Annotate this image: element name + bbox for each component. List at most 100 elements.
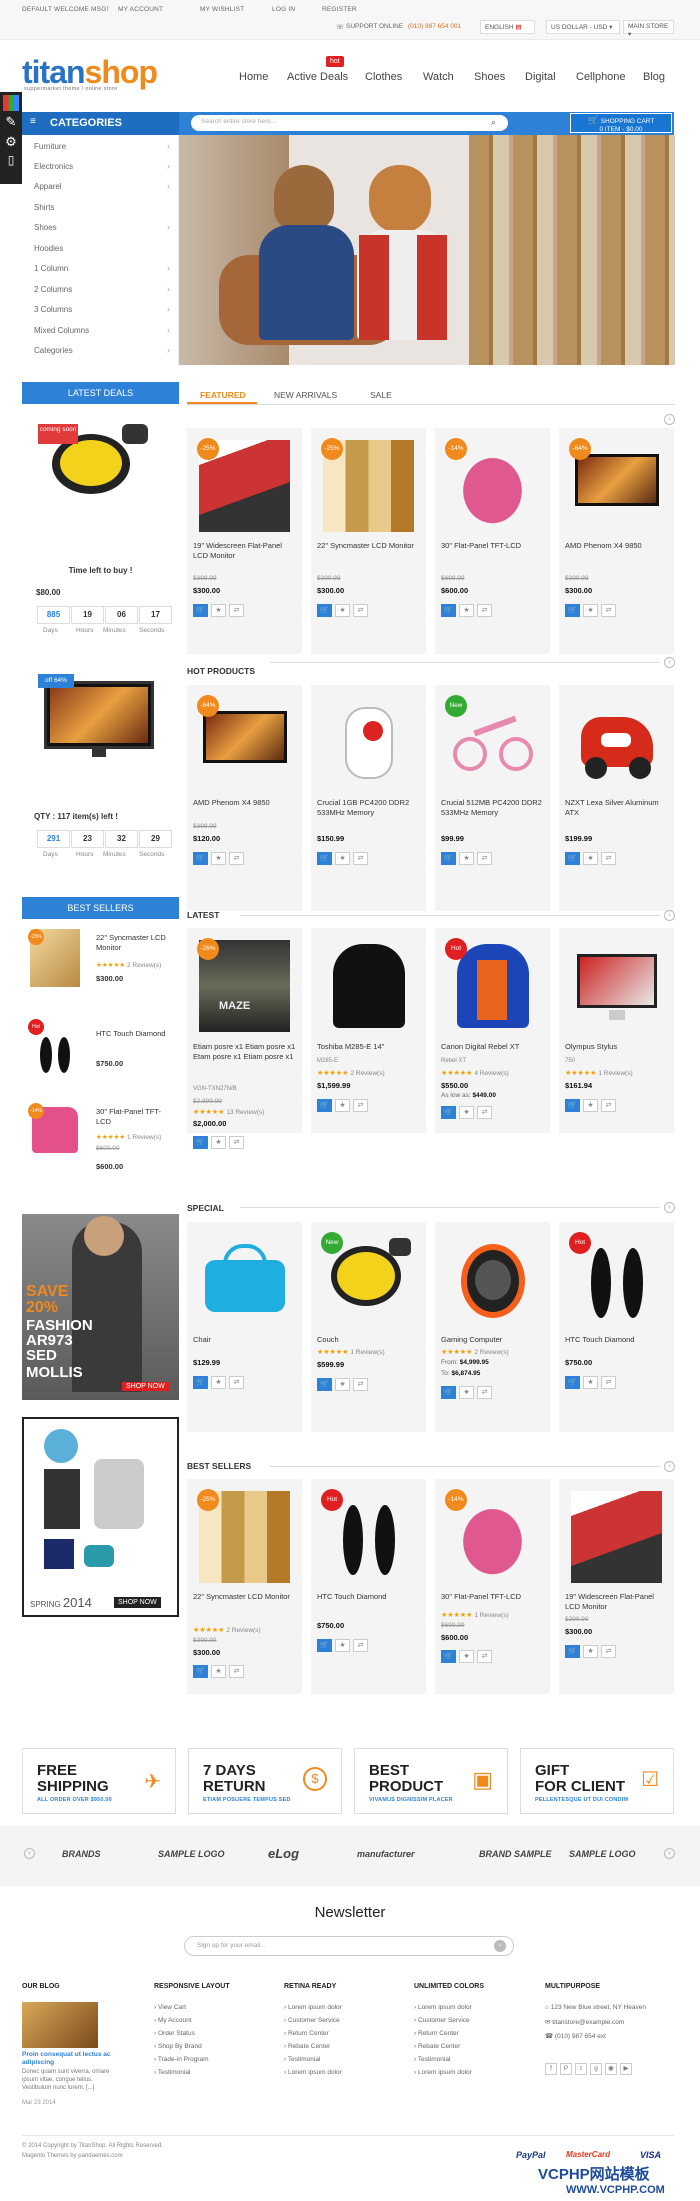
compare-button[interactable]: ⇄ — [229, 1136, 244, 1149]
compare-button[interactable]: ⇄ — [229, 604, 244, 617]
footer-link[interactable]: › Trade-in Program — [154, 2056, 209, 2063]
gear-icon[interactable]: ⚙ — [0, 134, 22, 150]
product-card[interactable]: New Crucial 512MB PC4200 DDR2 533MHz Mem… — [435, 685, 550, 911]
footer-link[interactable]: › Testimonial — [154, 2069, 190, 2076]
add-to-cart-button[interactable]: 🛒 — [193, 1376, 208, 1389]
add-to-cart-button[interactable]: 🛒 — [193, 852, 208, 865]
compare-button[interactable]: ⇄ — [601, 852, 616, 865]
compare-button[interactable]: ⇄ — [353, 1378, 368, 1391]
categories-toggle[interactable]: ≡ CATEGORIES — [22, 112, 179, 135]
footer-link[interactable]: › Shop By Brand — [154, 2043, 202, 2050]
compare-button[interactable]: ⇄ — [353, 604, 368, 617]
product-card[interactable]: Hot Canon Digital Rebel XT Rebel XT ★★★★… — [435, 928, 550, 1133]
add-to-cart-button[interactable]: 🛒 — [565, 852, 580, 865]
register-link[interactable]: REGISTER — [322, 6, 357, 13]
compare-button[interactable]: ⇄ — [601, 1645, 616, 1658]
category-item[interactable]: Categories — [34, 346, 73, 355]
shop-now-button[interactable]: SHOP NOW — [114, 1597, 161, 1608]
facebook-icon[interactable]: f — [545, 2063, 557, 2075]
login-link[interactable]: LOG IN — [272, 6, 295, 13]
footer-link[interactable]: › Customer Service — [284, 2017, 340, 2024]
footer-link[interactable]: › Testimonial — [284, 2056, 320, 2063]
shop-now-button[interactable]: SHOP NOW — [122, 1382, 169, 1391]
category-item[interactable]: 3 Columns — [34, 305, 72, 314]
wishlist-button[interactable]: ★ — [211, 1665, 226, 1678]
tab-new-arrivals[interactable]: NEW ARRIVALS — [274, 390, 337, 400]
color-picker-icon[interactable] — [3, 95, 19, 111]
footer-link[interactable]: › Return Center — [414, 2030, 459, 2037]
add-to-cart-button[interactable]: 🛒 — [317, 1639, 332, 1652]
product-card[interactable]: 19" Widescreen Flat-Panel LCD Monitor $3… — [559, 1479, 674, 1694]
footer-link[interactable]: › View Cart — [154, 2004, 186, 2011]
footer-link[interactable]: › Order Status — [154, 2030, 195, 2037]
youtube-icon[interactable]: ▶ — [620, 2063, 632, 2075]
product-card[interactable]: Toshiba M285-E 14" M285-E ★★★★★ 2 Review… — [311, 928, 426, 1133]
footer-link[interactable]: › Rebate Center — [284, 2043, 330, 2050]
wishlist-button[interactable]: ★ — [211, 1376, 226, 1389]
wishlist-button[interactable]: ★ — [335, 1378, 350, 1391]
compare-button[interactable]: ⇄ — [229, 1665, 244, 1678]
search-input[interactable]: Search entire store here... — [191, 115, 508, 131]
add-to-cart-button[interactable]: 🛒 — [565, 1645, 580, 1658]
add-to-cart-button[interactable]: 🛒 — [441, 852, 456, 865]
wishlist-button[interactable]: ★ — [583, 852, 598, 865]
product-card[interactable]: -25% 22" Syncmaster LCD Monitor $399.99 … — [311, 428, 426, 654]
product-card[interactable]: Olympus Stylus 750 ★★★★★ 1 Review(s) $16… — [559, 928, 674, 1133]
currency-select[interactable]: US DOLLAR - USD ▾ — [546, 20, 620, 34]
wishlist-link[interactable]: MY WISHLIST — [200, 6, 244, 13]
product-card[interactable]: Crucial 1GB PC4200 DDR2 533MHz Memory $1… — [311, 685, 426, 911]
nav-shoes[interactable]: Shoes — [474, 71, 505, 83]
product-card[interactable]: -25% 22" Syncmaster LCD Monitor ★★★★★ 2 … — [187, 1479, 302, 1694]
wishlist-button[interactable]: ★ — [335, 852, 350, 865]
compare-button[interactable]: ⇄ — [353, 1639, 368, 1652]
pinterest-icon[interactable]: P — [560, 2063, 572, 2075]
wishlist-button[interactable]: ★ — [583, 1645, 598, 1658]
compare-button[interactable]: ⇄ — [477, 604, 492, 617]
newsletter-input[interactable]: Sign up for your email... — [184, 1936, 514, 1956]
category-item[interactable]: 2 Columns — [34, 285, 72, 294]
product-card[interactable]: Hot HTC Touch Diamond $750.00 🛒 ★ ⇄ — [311, 1479, 426, 1694]
blog-post-title[interactable]: Proin consequat ut lectus ac adipiscing — [22, 2051, 112, 2067]
compare-button[interactable]: ⇄ — [601, 1376, 616, 1389]
product-card[interactable]: -64% AMD Phenom X4 9850 $399.99 $120.00 … — [187, 685, 302, 911]
footer-link[interactable]: › Lorem ipsum dolor — [414, 2069, 472, 2076]
search-icon[interactable]: ⌕ — [491, 117, 496, 128]
add-to-cart-button[interactable]: 🛒 — [317, 1378, 332, 1391]
brand-logo[interactable]: eLog — [268, 1846, 299, 1861]
brand-logo[interactable]: manufacturer — [357, 1849, 415, 1859]
add-to-cart-button[interactable]: 🛒 — [565, 604, 580, 617]
add-to-cart-button[interactable]: 🛒 — [441, 1650, 456, 1663]
cart-button[interactable]: 🛒 SHOPPING CART 0 ITEM - $0.00 — [570, 113, 672, 133]
add-to-cart-button[interactable]: 🛒 — [317, 1099, 332, 1112]
wishlist-button[interactable]: ★ — [211, 852, 226, 865]
brand-logo[interactable]: BRANDS — [62, 1849, 101, 1859]
twitter-icon[interactable]: t — [575, 2063, 587, 2075]
tab-sale[interactable]: SALE — [370, 390, 392, 400]
add-to-cart-button[interactable]: 🛒 — [441, 1386, 456, 1399]
category-item[interactable]: Electronics — [34, 162, 73, 171]
nav-watch[interactable]: Watch — [423, 71, 454, 83]
subscribe-button[interactable]: › — [494, 1940, 506, 1952]
wishlist-button[interactable]: ★ — [583, 1099, 598, 1112]
email-text[interactable]: ✉ titanstore@example.com — [545, 2018, 624, 2026]
category-item[interactable]: Apparel — [34, 182, 62, 191]
palette-icon[interactable]: ✎ — [0, 114, 22, 130]
wishlist-button[interactable]: ★ — [211, 1136, 226, 1149]
add-to-cart-button[interactable]: 🛒 — [565, 1376, 580, 1389]
language-select[interactable]: ENGLISH ▤ — [480, 20, 535, 34]
product-card[interactable]: Hot HTC Touch Diamond $750.00 🛒 ★ ⇄ — [559, 1222, 674, 1432]
product-card[interactable]: -64% AMD Phenom X4 9850 $399.99 $300.00 … — [559, 428, 674, 654]
rss-icon[interactable]: ◉ — [605, 2063, 617, 2075]
compare-button[interactable]: ⇄ — [229, 852, 244, 865]
compare-button[interactable]: ⇄ — [477, 1106, 492, 1119]
wishlist-button[interactable]: ★ — [211, 604, 226, 617]
product-card[interactable]: Chair $129.99 🛒 ★ ⇄ — [187, 1222, 302, 1432]
add-to-cart-button[interactable]: 🛒 — [565, 1099, 580, 1112]
wishlist-button[interactable]: ★ — [335, 1099, 350, 1112]
next-arrow-icon[interactable]: › — [664, 1461, 675, 1472]
product-name[interactable]: 30" Flat-Panel TFT-LCD — [96, 1107, 176, 1127]
brand-logo[interactable]: BRAND SAMPLE — [479, 1849, 552, 1859]
footer-link[interactable]: › My Account — [154, 2017, 192, 2024]
nav-active-deals[interactable]: Active Deals — [287, 71, 348, 83]
add-to-cart-button[interactable]: 🛒 — [317, 604, 332, 617]
